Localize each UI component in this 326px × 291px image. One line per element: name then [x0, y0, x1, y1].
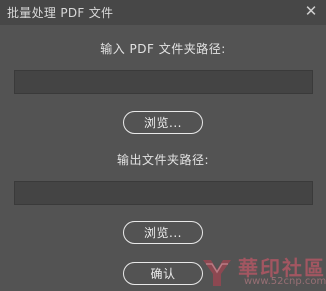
title-bar: 批量处理 PDF 文件 ✕ — [0, 0, 326, 25]
watermark-url: www.52cnp.com — [244, 276, 326, 287]
output-browse-button[interactable]: 浏览... — [123, 221, 203, 244]
dialog-window: 批量处理 PDF 文件 ✕ 输入 PDF 文件夹路径: 浏览... 输出文件夹路… — [0, 0, 326, 291]
input-folder-path-field[interactable] — [14, 70, 313, 94]
close-icon[interactable]: ✕ — [302, 2, 320, 20]
output-browse-label: 浏览... — [144, 226, 182, 240]
input-browse-button[interactable]: 浏览... — [123, 111, 203, 134]
input-folder-label: 输入 PDF 文件夹路径: — [100, 42, 226, 56]
output-folder-path-field[interactable] — [14, 181, 313, 205]
watermark-logo-icon — [203, 260, 231, 286]
window-title: 批量处理 PDF 文件 — [7, 6, 114, 20]
watermark: 華印社區 www.52cnp.com — [200, 248, 326, 291]
input-browse-label: 浏览... — [144, 116, 182, 130]
confirm-label: 确认 — [150, 267, 176, 281]
confirm-button[interactable]: 确认 — [123, 262, 203, 285]
output-folder-label: 输出文件夹路径: — [116, 153, 210, 167]
